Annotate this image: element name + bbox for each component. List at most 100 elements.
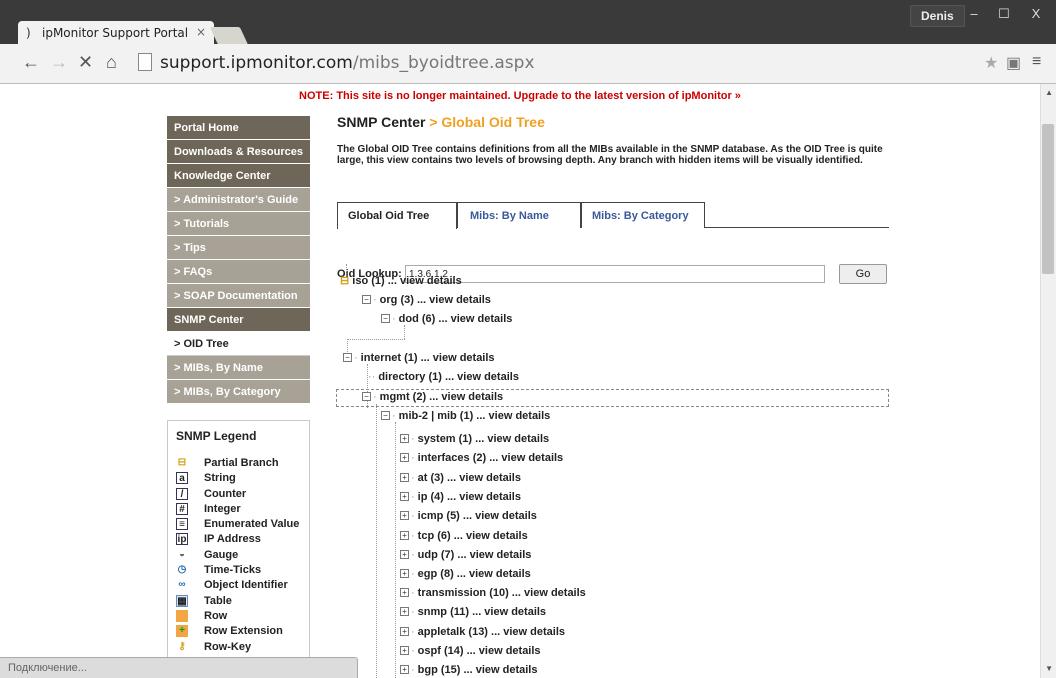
loading-icon: ) [26, 26, 31, 40]
expand-icon[interactable]: + [400, 569, 409, 578]
view-tabs: Global Oid Tree Mibs: By Name Mibs: By C… [337, 202, 889, 229]
stop-icon[interactable]: ✕ [78, 52, 93, 73]
forward-icon[interactable]: → [50, 52, 68, 73]
tree-node-child[interactable]: + · at (3) ... view details [400, 472, 521, 484]
integer-icon: # [176, 502, 188, 515]
tree-node-dod[interactable]: − · dod (6) ... view details [381, 313, 512, 325]
vertical-scrollbar[interactable]: ▲ ▼ [1040, 84, 1056, 678]
browser-tab[interactable]: ) ipMonitor Support Portal × [18, 21, 214, 45]
legend-item: ip IP Address [176, 533, 261, 546]
sidebar-item-tips[interactable]: > Tips [167, 236, 310, 260]
new-tab-button[interactable] [209, 27, 249, 45]
notice-banner[interactable]: NOTE: This site is no longer maintained.… [0, 90, 1040, 102]
tree-node-child[interactable]: + · system (1) ... view details [400, 433, 549, 445]
close-window-button[interactable]: X [1022, 4, 1050, 24]
tree-node-directory[interactable]: ·· directory (1) ... view details [368, 371, 519, 383]
sidebar-item-soap[interactable]: > SOAP Documentation [167, 284, 310, 308]
go-button[interactable]: Go [839, 264, 887, 284]
gauge-icon: ◒ [178, 548, 186, 560]
sidebar-item-admin-guide[interactable]: > Administrator's Guide [167, 188, 310, 212]
scroll-thumb[interactable] [1042, 124, 1054, 274]
expand-icon[interactable]: + [400, 646, 409, 655]
tab-title: ipMonitor Support Portal [42, 26, 189, 40]
page-viewport: NOTE: This site is no longer maintained.… [0, 84, 1056, 678]
ip-address-icon: ip [176, 533, 188, 546]
maximize-button[interactable]: ☐ [990, 4, 1018, 24]
sidebar-item-oid-tree[interactable]: > OID Tree [167, 332, 310, 356]
tree-node-org[interactable]: − · org (3) ... view details [362, 294, 491, 306]
tree-node-child[interactable]: + · tcp (6) ... view details [400, 530, 528, 542]
menu-icon[interactable]: ≡ [1032, 53, 1041, 71]
tree-node-child[interactable]: + · interfaces (2) ... view details [400, 452, 563, 464]
tree-node-child[interactable]: + · egp (8) ... view details [400, 568, 531, 580]
tree-node-internet[interactable]: − · internet (1) ... view details [343, 352, 495, 364]
tree-node-iso[interactable]: ⊟ iso (1) ... view details [340, 274, 462, 287]
page-description: The Global OID Tree contains definitions… [337, 144, 883, 166]
tree-node-child[interactable]: + · snmp (11) ... view details [400, 606, 546, 618]
sidebar-item-knowledge-center[interactable]: Knowledge Center [167, 164, 310, 188]
collapse-icon[interactable]: − [343, 353, 352, 362]
tab-close-icon[interactable]: × [196, 25, 206, 39]
tab-global-oid-tree[interactable]: Global Oid Tree [337, 202, 457, 229]
expand-icon[interactable]: + [400, 473, 409, 482]
oid-lookup-input[interactable] [405, 265, 825, 283]
address-bar[interactable]: support.ipmonitor.com/mibs_byoidtree.asp… [134, 50, 1014, 76]
expand-icon[interactable]: + [400, 453, 409, 462]
legend-item: + Row Extension [176, 625, 301, 640]
sidebar-item-mibs-by-category[interactable]: > MIBs, By Category [167, 380, 310, 404]
tree-line [347, 339, 348, 352]
row-icon [176, 609, 188, 622]
tree-line [376, 404, 377, 678]
collapse-icon[interactable]: − [362, 392, 371, 401]
tree-node-child[interactable]: + · transmission (10) ... view details [400, 587, 586, 599]
row-extension-icon: + [176, 625, 188, 638]
expand-icon[interactable]: + [400, 588, 409, 597]
sidebar-item-faqs[interactable]: > FAQs [167, 260, 310, 284]
page-title: SNMP Center > Global Oid Tree [337, 114, 545, 130]
legend-item: ◷ Time-Ticks [177, 564, 262, 577]
expand-icon[interactable]: + [400, 550, 409, 559]
expand-icon[interactable]: + [400, 607, 409, 616]
expand-icon[interactable]: + [400, 511, 409, 520]
collapse-icon[interactable]: − [362, 295, 371, 304]
sidebar-item-portal-home[interactable]: Portal Home [167, 116, 310, 140]
home-icon[interactable]: ⌂ [106, 52, 117, 73]
tree-node-child[interactable]: + · ospf (14) ... view details [400, 645, 541, 657]
translate-icon[interactable]: ▣ [1006, 53, 1021, 73]
expand-icon[interactable]: + [400, 665, 409, 674]
partial-branch-icon: ⊟ [177, 457, 187, 468]
expand-icon[interactable]: + [400, 627, 409, 636]
tab-mibs-by-name[interactable]: Mibs: By Name [457, 202, 581, 228]
tree-node-child[interactable]: + · appletalk (13) ... view details [400, 626, 565, 638]
collapse-icon[interactable]: − [381, 314, 390, 323]
tree-line [395, 422, 396, 678]
sidebar-item-snmp-center[interactable]: SNMP Center [167, 308, 310, 332]
expand-icon[interactable]: + [400, 531, 409, 540]
tree-node-child[interactable]: + · icmp (5) ... view details [400, 510, 537, 522]
page-icon [138, 53, 152, 71]
partial-branch-icon: ⊟ [340, 275, 350, 287]
collapse-icon[interactable]: − [381, 411, 390, 420]
scroll-down-icon[interactable]: ▼ [1045, 664, 1053, 673]
legend-item: a String [176, 472, 301, 487]
tree-node-mib-2[interactable]: − · mib-2 | mib (1) ... view details [381, 410, 550, 422]
profile-button[interactable]: Denis [910, 5, 965, 27]
tree-node-child[interactable]: + · udp (7) ... view details [400, 549, 531, 561]
sidebar-item-downloads[interactable]: Downloads & Resources [167, 140, 310, 164]
back-icon[interactable]: ← [22, 52, 40, 73]
tree-node-child[interactable]: + · ip (4) ... view details [400, 491, 521, 503]
expand-icon[interactable]: + [400, 434, 409, 443]
sidebar-item-tutorials[interactable]: > Tutorials [167, 212, 310, 236]
expand-icon[interactable]: + [400, 492, 409, 501]
legend-item: / Counter [176, 487, 301, 503]
tree-node-mgmt[interactable]: − · mgmt (2) ... view details [362, 391, 503, 403]
sidebar-item-mibs-by-name[interactable]: > MIBs, By Name [167, 356, 310, 380]
url-host: support.ipmonitor.com [160, 53, 353, 73]
scroll-up-icon[interactable]: ▲ [1045, 88, 1053, 97]
bookmark-star-icon[interactable]: ★ [984, 53, 998, 73]
minimize-button[interactable]: ‒ [960, 4, 988, 24]
tree-node-child[interactable]: + · bgp (15) ... view details [400, 664, 537, 676]
tab-bar: ) ipMonitor Support Portal × Denis ‒ ☐ X [0, 0, 1056, 45]
tab-mibs-by-category[interactable]: Mibs: By Category [581, 202, 705, 228]
page-subtitle: Global Oid Tree [441, 114, 545, 130]
